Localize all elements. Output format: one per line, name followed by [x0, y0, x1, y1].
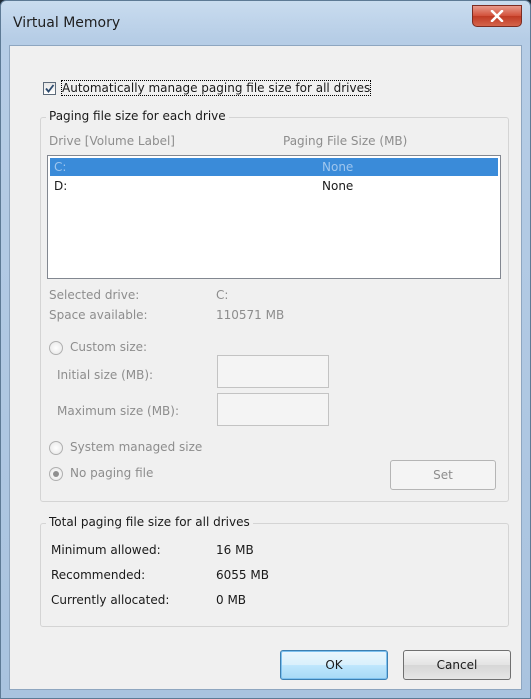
virtual-memory-window: Virtual Memory Automatically manage pagi…	[0, 0, 531, 699]
currently-allocated-value: 0 MB	[216, 593, 247, 607]
title-bar[interactable]: Virtual Memory	[1, 1, 530, 45]
auto-manage-checkbox[interactable]	[43, 82, 56, 95]
no-paging-file-radio[interactable]	[49, 467, 63, 481]
drive-column-header: Drive [Volume Label]	[49, 134, 175, 148]
drive-size: None	[322, 160, 354, 174]
window-title: Virtual Memory	[13, 15, 121, 31]
ok-button[interactable]: OK	[280, 650, 388, 680]
dialog-body: Automatically manage paging file size fo…	[9, 45, 522, 690]
auto-manage-label[interactable]: Automatically manage paging file size fo…	[60, 80, 372, 96]
maximum-size-input[interactable]	[217, 393, 329, 426]
currently-allocated-label: Currently allocated:	[51, 593, 170, 607]
drive-name: C:	[54, 160, 67, 174]
cancel-button[interactable]: Cancel	[403, 650, 511, 680]
system-managed-label: System managed size	[70, 440, 203, 454]
drive-list[interactable]: C: None D: None	[47, 155, 501, 279]
close-icon	[490, 10, 504, 22]
close-button[interactable]	[472, 5, 522, 27]
total-group-title: Total paging file size for all drives	[46, 515, 253, 529]
system-managed-radio[interactable]	[49, 441, 63, 455]
space-available-label: Space available:	[49, 308, 148, 322]
no-paging-file-label: No paging file	[70, 466, 154, 480]
selected-drive-label: Selected drive:	[49, 288, 140, 302]
size-column-header: Paging File Size (MB)	[283, 134, 408, 148]
space-available-value: 110571 MB	[216, 308, 285, 322]
radio-selected-dot	[53, 471, 59, 477]
custom-size-radio[interactable]	[49, 341, 63, 355]
initial-size-input[interactable]	[217, 355, 329, 388]
initial-size-label: Initial size (MB):	[57, 368, 154, 382]
minimum-allowed-value: 16 MB	[216, 543, 254, 557]
drive-name: D:	[54, 179, 68, 193]
drive-row-c[interactable]: C: None	[50, 158, 498, 176]
minimum-allowed-label: Minimum allowed:	[51, 543, 161, 557]
checkmark-icon	[45, 84, 55, 93]
paging-group-title: Paging file size for each drive	[46, 109, 229, 123]
set-button[interactable]: Set	[390, 460, 496, 490]
drive-size: None	[322, 179, 354, 193]
maximum-size-label: Maximum size (MB):	[57, 404, 180, 418]
recommended-value: 6055 MB	[216, 568, 269, 582]
recommended-label: Recommended:	[51, 568, 146, 582]
custom-size-label: Custom size:	[70, 340, 148, 354]
selected-drive-value: C:	[216, 288, 229, 302]
drive-row-d[interactable]: D: None	[50, 177, 498, 195]
